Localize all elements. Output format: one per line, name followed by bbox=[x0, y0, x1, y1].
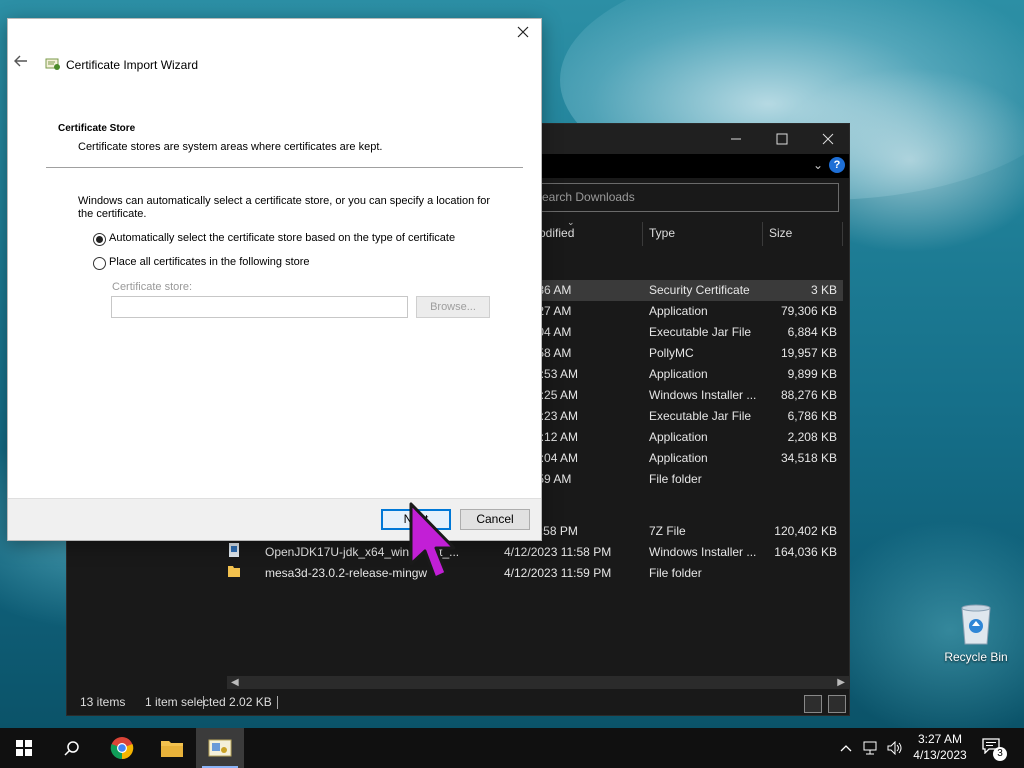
file-size: 34,518 KB bbox=[780, 451, 837, 465]
file-size: 6,884 KB bbox=[787, 325, 837, 339]
file-type: Windows Installer ... bbox=[649, 545, 757, 559]
scroll-left-icon[interactable]: ◀ bbox=[231, 677, 239, 688]
minimize-icon bbox=[731, 138, 741, 140]
close-icon bbox=[822, 133, 834, 145]
file-size: 164,036 KB bbox=[774, 545, 837, 559]
search-icon bbox=[64, 741, 79, 756]
file-type: File folder bbox=[649, 566, 702, 580]
certificate-icon bbox=[208, 739, 232, 757]
column-type[interactable]: Type bbox=[649, 226, 675, 240]
table-row[interactable]: mesa3d-23.0.2-release-mingw 4/12/2023 11:… bbox=[227, 563, 843, 584]
file-type: File folder bbox=[649, 472, 702, 486]
file-type: Application bbox=[649, 430, 708, 444]
recycle-bin-icon bbox=[961, 604, 991, 645]
details-view-button[interactable] bbox=[804, 695, 822, 713]
mouse-cursor-icon bbox=[409, 502, 456, 580]
folder-icon bbox=[228, 566, 240, 577]
help-icon[interactable]: ? bbox=[829, 157, 845, 173]
speaker-icon bbox=[887, 741, 902, 755]
recycle-bin-label: Recycle Bin bbox=[944, 650, 1008, 664]
certificate-wizard-taskbar-button[interactable] bbox=[196, 728, 244, 768]
status-bar: 13 items 1 item selected 2.02 KB bbox=[67, 689, 849, 715]
back-arrow-icon bbox=[14, 55, 27, 67]
selected-info: 1 item selected 2.02 KB bbox=[145, 695, 272, 709]
date-modified: 4/12/2023 11:58 PM bbox=[504, 545, 612, 559]
windows-logo-icon bbox=[16, 740, 32, 756]
file-size: 120,402 KB bbox=[774, 524, 837, 538]
volume-tray-icon[interactable] bbox=[884, 728, 906, 768]
folder-icon bbox=[161, 741, 183, 757]
certificate-import-wizard-dialog: Certificate Import Wizard Certificate St… bbox=[7, 18, 542, 541]
cancel-button[interactable]: Cancel bbox=[460, 509, 530, 530]
network-tray-icon[interactable] bbox=[860, 728, 882, 768]
clock-time: 3:27 AM bbox=[917, 732, 963, 746]
file-type: Executable Jar File bbox=[649, 325, 752, 339]
scroll-right-icon[interactable]: ▶ bbox=[837, 677, 845, 688]
file-explorer-taskbar-button[interactable] bbox=[148, 728, 196, 768]
file-type: Executable Jar File bbox=[649, 409, 752, 423]
dialog-close-button[interactable] bbox=[511, 23, 535, 45]
file-type: PollyMC bbox=[649, 346, 694, 360]
item-count: 13 items bbox=[80, 695, 126, 709]
action-center-button[interactable]: 3 bbox=[982, 738, 1007, 761]
file-type: 7Z File bbox=[649, 524, 686, 538]
certificate-store-label: Certificate store: bbox=[112, 281, 193, 293]
back-button[interactable] bbox=[14, 54, 28, 72]
maximize-icon bbox=[776, 133, 788, 145]
file-name: mesa3d-23.0.2-release-mingw bbox=[265, 566, 428, 580]
minimize-button[interactable] bbox=[713, 124, 759, 154]
file-size: 2,208 KB bbox=[787, 430, 837, 444]
file-type: Application bbox=[649, 367, 708, 381]
taskbar: 3:27 AM 4/13/2023 3 bbox=[0, 728, 1024, 768]
chrome-icon bbox=[110, 737, 134, 760]
date-modified: 4/12/2023 11:59 PM bbox=[504, 566, 612, 580]
close-button[interactable] bbox=[805, 124, 851, 154]
file-type: Security Certificate bbox=[649, 283, 750, 297]
section-subtitle: Certificate stores are system areas wher… bbox=[78, 141, 383, 153]
file-size: 3 KB bbox=[810, 283, 837, 297]
close-icon bbox=[517, 26, 529, 38]
start-button[interactable] bbox=[0, 728, 48, 768]
file-size: 88,276 KB bbox=[780, 388, 837, 402]
certificate-icon bbox=[45, 58, 60, 70]
column-date-modified[interactable]: odified bbox=[539, 226, 574, 240]
show-hidden-icons-button[interactable] bbox=[836, 728, 856, 768]
chrome-taskbar-button[interactable] bbox=[98, 728, 146, 768]
file-size: 6,786 KB bbox=[787, 409, 837, 423]
clock[interactable]: 3:27 AM 4/13/2023 bbox=[908, 731, 972, 763]
radio-place-in-store[interactable] bbox=[93, 257, 106, 270]
description-text: Windows can automatically select a certi… bbox=[78, 195, 491, 220]
file-size: 9,899 KB bbox=[787, 367, 837, 381]
radio-auto-select-label[interactable]: Automatically select the certificate sto… bbox=[109, 232, 455, 244]
file-size: 79,306 KB bbox=[780, 304, 837, 318]
radio-place-in-store-label[interactable]: Place all certificates in the following … bbox=[109, 256, 310, 268]
notification-count-badge: 3 bbox=[993, 747, 1007, 761]
radio-auto-select-store[interactable] bbox=[93, 233, 106, 246]
search-button[interactable] bbox=[48, 728, 96, 768]
table-row[interactable]: OpenJDK17U-jdk_x64_windo pot_... 4/12/202… bbox=[227, 542, 843, 563]
file-size: 19,957 KB bbox=[780, 346, 837, 360]
installer-icon bbox=[229, 543, 239, 557]
chevron-up-icon bbox=[840, 745, 852, 752]
divider bbox=[46, 167, 523, 168]
section-heading: Certificate Store bbox=[58, 123, 136, 134]
column-size[interactable]: Size bbox=[769, 226, 792, 240]
maximize-button[interactable] bbox=[759, 124, 805, 154]
file-type: Windows Installer ... bbox=[649, 388, 757, 402]
large-icons-view-button[interactable] bbox=[828, 695, 846, 713]
recycle-bin-shortcut[interactable]: Recycle Bin bbox=[940, 600, 1012, 664]
file-type: Application bbox=[649, 304, 708, 318]
certificate-store-input[interactable] bbox=[111, 296, 408, 318]
dialog-title: Certificate Import Wizard bbox=[66, 58, 199, 72]
file-type: Application bbox=[649, 451, 708, 465]
expand-ribbon-chevron-icon[interactable]: ⌄ bbox=[813, 158, 823, 172]
search-input[interactable]: earch Downloads bbox=[537, 183, 839, 212]
dialog-footer: Next Cancel bbox=[8, 498, 541, 540]
clock-date: 4/13/2023 bbox=[913, 748, 967, 762]
network-icon bbox=[863, 741, 877, 755]
browse-button[interactable]: Browse... bbox=[416, 296, 490, 318]
